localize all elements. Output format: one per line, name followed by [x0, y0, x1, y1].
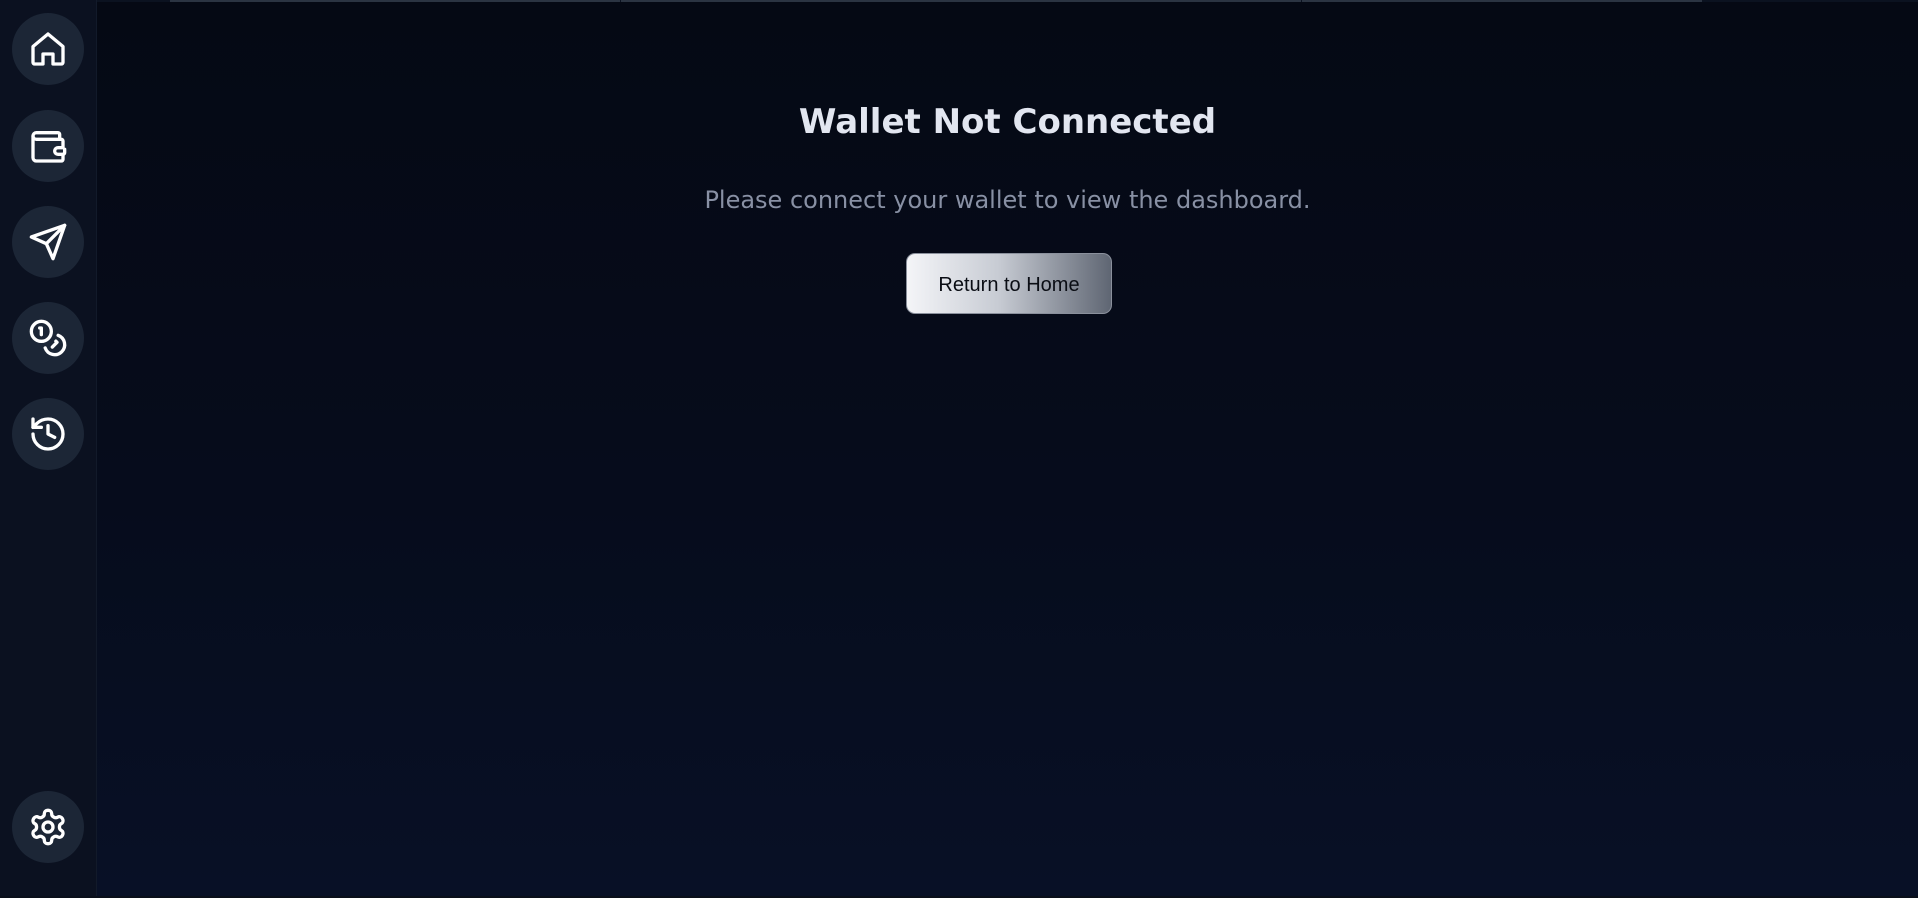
- app-window: Wallet Not Connected Please connect your…: [0, 0, 1918, 898]
- sidebar-item-send[interactable]: [12, 206, 84, 278]
- sidebar-item-home[interactable]: [12, 13, 84, 85]
- sidebar-item-history[interactable]: [12, 398, 84, 470]
- coins-icon: [29, 319, 67, 357]
- settings-icon: [31, 808, 65, 846]
- wallet-icon: [31, 131, 67, 163]
- send-icon: [29, 223, 67, 261]
- sidebar-item-tokens[interactable]: [12, 302, 84, 374]
- sidebar: [0, 0, 97, 898]
- history-icon: [31, 417, 65, 451]
- sidebar-item-wallet[interactable]: [12, 110, 84, 182]
- main-content: Wallet Not Connected Please connect your…: [97, 0, 1918, 898]
- page-title: Wallet Not Connected: [798, 102, 1217, 142]
- sidebar-item-settings[interactable]: [12, 791, 84, 863]
- home-icon: [31, 32, 65, 66]
- connect-wallet-message: Please connect your wallet to view the d…: [704, 186, 1311, 214]
- return-home-button[interactable]: Return to Home: [906, 253, 1112, 314]
